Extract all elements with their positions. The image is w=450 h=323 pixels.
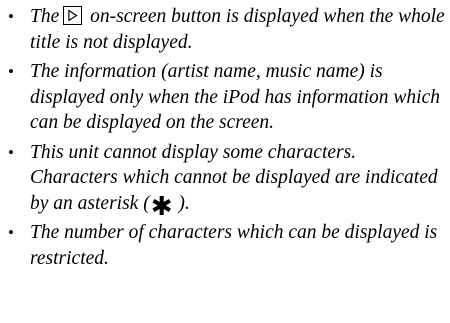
note-text-start: The — [30, 6, 60, 27]
bullet: • — [8, 7, 14, 26]
bullet: • — [8, 142, 14, 162]
note-restriction: • The number of characters which can be … — [6, 220, 446, 271]
bullet: • — [8, 62, 14, 81]
bullet: • — [8, 223, 14, 242]
note-information: • The information (artist name, music na… — [6, 59, 446, 136]
notes-list: • The on-screen button is displayed when… — [6, 4, 446, 275]
note-text: The information (artist name, music name… — [30, 61, 441, 133]
note-play-button: • The on-screen button is displayed when… — [6, 4, 446, 55]
note-text-end: on-screen button is displayed when the w… — [30, 6, 445, 53]
play-button-icon — [63, 6, 83, 25]
note-text-end: ). — [173, 192, 190, 214]
note-text: The number of characters which can be di… — [30, 222, 438, 269]
note-text-start: This unit cannot display some characters… — [30, 141, 438, 214]
note-characters: • This unit cannot display some characte… — [8, 141, 438, 222]
